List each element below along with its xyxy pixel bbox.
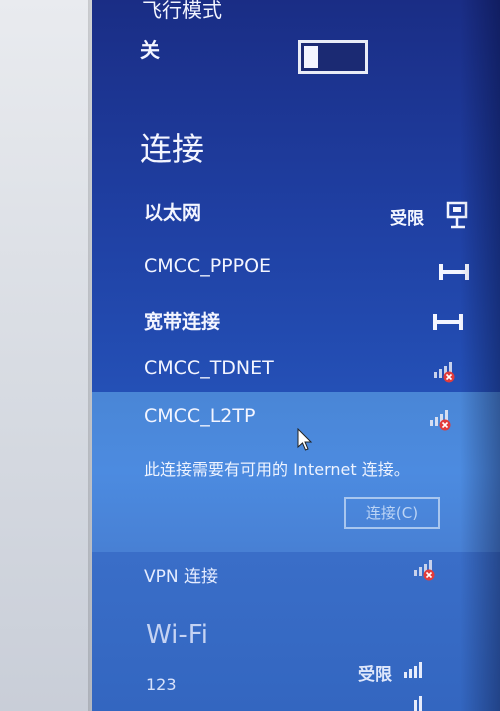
desktop-background bbox=[0, 0, 92, 711]
network-panel: 飞行模式 关 连接 以太网 受限 CMCC_PPPOE 宽带连接 CMCC_TD… bbox=[92, 0, 500, 711]
connection-name: CMCC_L2TP bbox=[144, 405, 256, 427]
mobile-signal-error-icon bbox=[432, 358, 458, 384]
connection-name: CMCC_PPPOE bbox=[144, 255, 272, 277]
airplane-mode-toggle[interactable] bbox=[298, 40, 368, 74]
connection-status: 受限 bbox=[390, 209, 424, 229]
connection-name: VPN 连接 bbox=[144, 567, 219, 587]
toggle-thumb[interactable] bbox=[304, 46, 318, 68]
airplane-mode-label: 飞行模式 bbox=[142, 0, 222, 22]
wifi-signal-icon bbox=[402, 694, 428, 711]
mobile-signal-error-icon bbox=[428, 406, 454, 432]
connection-name: 以太网 bbox=[144, 202, 202, 224]
mobile-signal-error-icon bbox=[412, 556, 438, 582]
connection-message: 此连接需要有可用的 Internet 连接。 bbox=[144, 460, 410, 479]
connect-button[interactable]: 连接(C) bbox=[344, 497, 440, 529]
connection-name: 宽带连接 bbox=[144, 311, 221, 333]
connections-title: 连接 bbox=[140, 130, 205, 168]
mouse-cursor-icon bbox=[297, 428, 313, 452]
dialup-icon bbox=[438, 262, 470, 282]
ethernet-icon bbox=[444, 200, 474, 232]
wifi-network-name: 123 bbox=[146, 675, 177, 694]
wifi-title: Wi-Fi bbox=[146, 620, 209, 650]
connection-name: CMCC_TDNET bbox=[144, 357, 274, 379]
wifi-signal-icon bbox=[402, 658, 428, 680]
dialup-icon bbox=[432, 312, 464, 332]
airplane-mode-state: 关 bbox=[140, 38, 160, 62]
wifi-network-status: 受限 bbox=[358, 665, 392, 685]
